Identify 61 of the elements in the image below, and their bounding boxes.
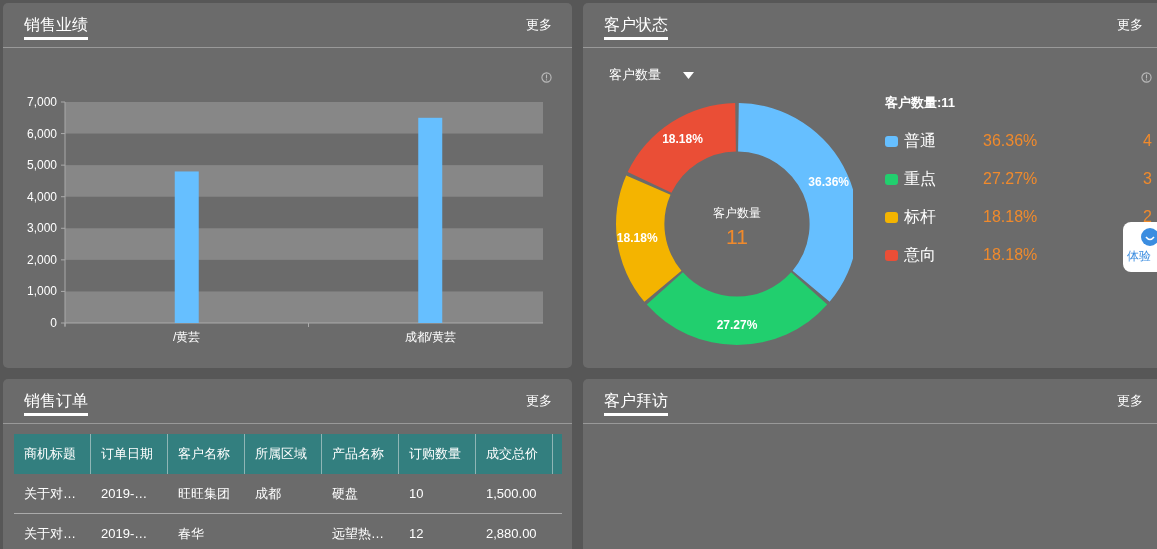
axis-label: 0 [50, 316, 57, 330]
more-link[interactable]: 更多 [526, 392, 552, 410]
table-cell-text: 12 [408, 525, 425, 543]
column-header: 产品名称 [322, 434, 399, 474]
panel-title: 销售订单 [24, 390, 88, 416]
table-cell-text: 10 [408, 485, 425, 503]
slice-label: 27.27% [716, 317, 758, 332]
column-header: 客户名称 [168, 434, 245, 474]
axis-label: 3,000 [26, 221, 57, 236]
column-header: 成交总价 [476, 434, 553, 474]
table-cell-text: 关于对… [23, 484, 77, 503]
axis-label: 5,000 [26, 158, 57, 173]
slice-label: 18.18% [662, 132, 703, 147]
center-label: 客户数量 [713, 206, 761, 220]
metric-dropdown[interactable]: 客户数量 [609, 66, 694, 84]
column-header: 所属区域 [245, 434, 322, 474]
panel-title: 客户拜访 [604, 390, 668, 416]
axis-label: /黄芸 [173, 330, 201, 344]
column-header: 订购数量 [399, 434, 476, 474]
column-header: 商机标题 [14, 434, 91, 474]
column-header: 订单日期 [91, 434, 168, 474]
smiley-icon [1141, 228, 1157, 246]
legend-percent: 27.27% [983, 170, 1038, 188]
table-cell-text: 硬盘 [331, 484, 359, 503]
panel-title: 客户状态 [604, 14, 668, 40]
axis-label: 6,000 [26, 126, 57, 141]
table-cell-text: 2,880.00 [485, 525, 538, 543]
legend-label: 标杆 [904, 206, 936, 227]
table-cell-text: 2019-… [100, 525, 149, 543]
panel-title: 销售业绩 [24, 14, 88, 40]
more-link[interactable]: 更多 [526, 16, 552, 34]
table-cell-text: 远望热… [331, 524, 385, 543]
info-icon [1141, 72, 1152, 83]
helper-widget[interactable]: 体验 [1123, 222, 1157, 272]
slice-label: 36.36% [808, 175, 850, 190]
axis-label: 7,000 [26, 95, 57, 109]
table-cell-text: 2019-… [100, 485, 149, 503]
legend-title: 客户数量:11 [885, 94, 957, 112]
table-cell-text: 关于对… [23, 524, 77, 543]
legend-percent: 18.18% [983, 246, 1038, 264]
legend-label: 普通 [904, 130, 936, 151]
slice-label: 18.18% [616, 231, 658, 246]
legend-count: 4 [1143, 132, 1152, 150]
table-cell-text: 成都 [254, 484, 282, 503]
axis-label: 2,000 [26, 252, 57, 267]
more-link[interactable]: 更多 [1117, 16, 1143, 34]
axis-label: 1,000 [26, 284, 57, 299]
legend-percent: 18.18% [983, 208, 1038, 226]
legend-count: 3 [1143, 170, 1152, 188]
axis-label: 成都/黄芸 [404, 330, 456, 344]
center-value: 11 [726, 225, 748, 248]
table-cell-text: 旺旺集团 [177, 484, 231, 503]
table-cell-text: 1,500.00 [485, 485, 538, 503]
legend-percent: 36.36% [983, 132, 1038, 150]
axis-label: 4,000 [26, 189, 57, 204]
legend-label: 重点 [904, 168, 936, 189]
caret-icon [683, 71, 694, 79]
more-link[interactable]: 更多 [1117, 392, 1143, 410]
info-icon [541, 72, 552, 83]
legend-label: 意向 [904, 244, 936, 265]
table-cell-text: 春华 [177, 524, 205, 543]
